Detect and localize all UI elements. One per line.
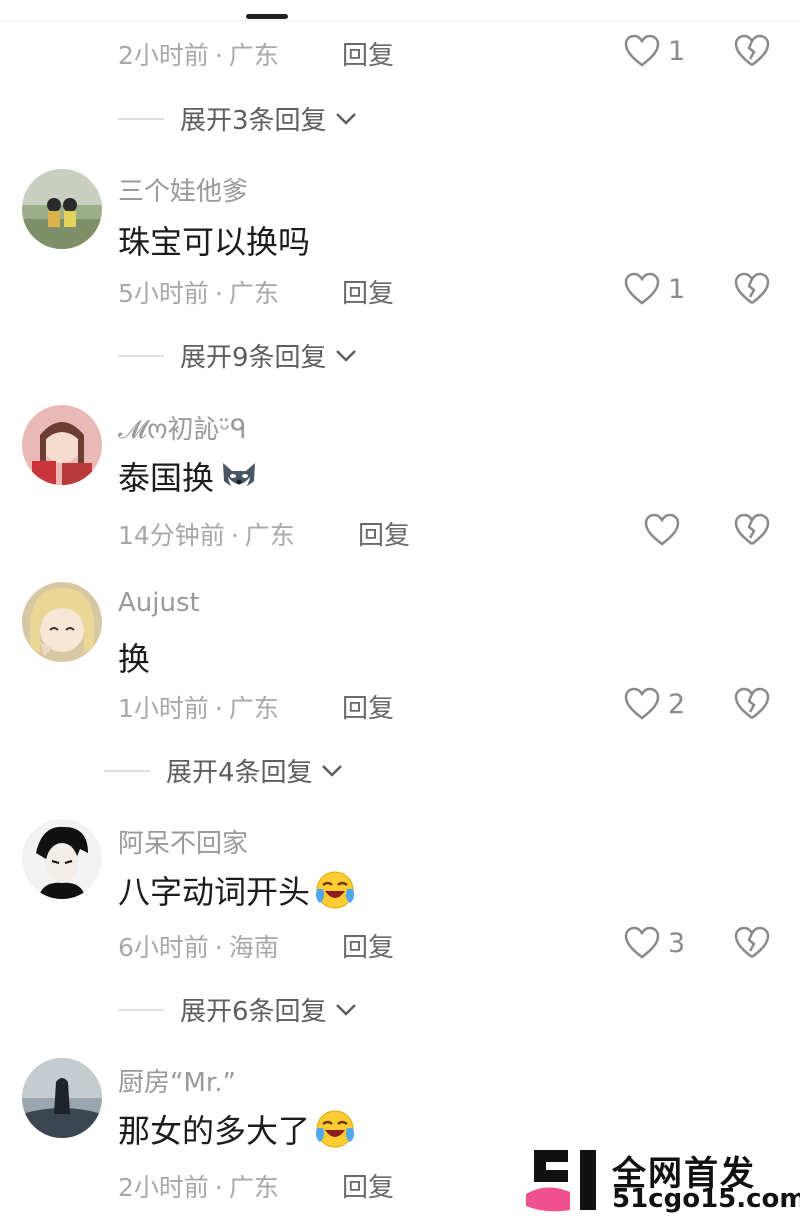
meta-separator: · [214, 1173, 223, 1202]
comment-time: 6小时前 [118, 933, 209, 962]
like-count: 2 [668, 688, 686, 720]
expand-replies-button[interactable]: 展开3条回复 [118, 100, 357, 137]
heart-outline-icon [624, 34, 660, 67]
like-count: 3 [668, 927, 686, 959]
dislike-button[interactable] [734, 272, 770, 310]
heart-outline-icon [644, 513, 680, 546]
comment-text: 八字动词开头 [118, 867, 356, 913]
comment-location: 广东 [244, 521, 295, 550]
comment-username[interactable]: 𝓜ო初訫ᵕ̈ᑫ [118, 409, 247, 446]
comment-text: 换 [118, 634, 150, 680]
expand-divider [118, 354, 164, 357]
reply-button[interactable]: 回复 [342, 688, 394, 725]
reply-button[interactable]: 回复 [342, 273, 394, 310]
expand-replies-label: 展开6条回复 [180, 997, 327, 1027]
expand-divider [118, 1008, 164, 1011]
top-handle-indicator [246, 14, 288, 19]
meta-separator: · [214, 279, 223, 308]
avatar[interactable] [22, 819, 102, 899]
comment-username[interactable]: 厨房“Mr.” [118, 1062, 236, 1099]
broken-heart-icon [734, 687, 770, 719]
like-button[interactable] [644, 513, 688, 547]
meta-separator: · [214, 41, 223, 70]
like-button[interactable]: 2 [624, 687, 685, 721]
chevron-down-icon [335, 349, 356, 362]
comment-text-content: 那女的多大了 [118, 1112, 311, 1150]
avatar[interactable] [22, 405, 102, 485]
reply-button[interactable]: 回复 [342, 1167, 394, 1204]
comment-text-content: 八字动词开头 [118, 873, 311, 911]
meta-separator: · [230, 521, 239, 550]
expand-replies-button[interactable]: 展开9条回复 [118, 337, 357, 374]
comment-meta: 2小时前 · 广东 [118, 1168, 279, 1204]
like-button[interactable]: 1 [624, 272, 685, 306]
avatar[interactable] [22, 582, 102, 662]
heart-outline-icon [624, 272, 660, 305]
husky-emoji-icon [223, 463, 256, 491]
heart-outline-icon [624, 687, 660, 720]
expand-divider [104, 769, 150, 772]
like-count: 1 [668, 273, 686, 305]
comment-location: 广东 [228, 1173, 279, 1202]
comment-location: 广东 [228, 279, 279, 308]
dislike-button[interactable] [734, 34, 770, 72]
top-divider [0, 20, 800, 21]
broken-heart-icon [734, 513, 770, 545]
watermark: 全网首发 51cgo15.com [524, 1148, 800, 1218]
expand-replies-label: 展开4条回复 [166, 758, 313, 788]
watermark-url: 51cgo15.com [612, 1184, 800, 1214]
like-button[interactable]: 1 [624, 34, 685, 68]
crying-laughing-emoji-icon [316, 1110, 355, 1148]
expand-replies-label: 展开9条回复 [180, 343, 327, 373]
broken-heart-icon [734, 272, 770, 304]
crying-laughing-emoji-icon [316, 871, 355, 909]
comment-username[interactable]: Aujust [118, 588, 200, 618]
broken-heart-icon [734, 926, 770, 958]
comment-meta: 6小时前 · 海南 [118, 928, 279, 964]
comment-meta: 2小时前 · 广东 [118, 36, 279, 72]
heart-outline-icon [624, 926, 660, 959]
comment-time: 5小时前 [118, 279, 209, 308]
comment-location: 广东 [228, 41, 279, 70]
dislike-button[interactable] [734, 513, 770, 551]
comment-text: 珠宝可以换吗 [118, 217, 310, 263]
meta-separator: · [214, 933, 223, 962]
like-button[interactable]: 3 [624, 926, 685, 960]
comment-time: 2小时前 [118, 41, 209, 70]
broken-heart-icon [734, 34, 770, 66]
comment-text: 那女的多大了 [118, 1106, 356, 1152]
reply-button[interactable]: 回复 [342, 35, 394, 72]
reply-button[interactable]: 回复 [358, 515, 410, 552]
comment-location: 广东 [228, 694, 279, 723]
comment-meta: 14分钟前 · 广东 [118, 516, 295, 552]
expand-replies-button[interactable]: 展开6条回复 [118, 991, 357, 1028]
watermark-logo [526, 1150, 596, 1212]
comment-username[interactable]: 三个娃他爹 [118, 171, 248, 208]
chevron-down-icon [335, 1003, 356, 1016]
comment-text: 泰国换 [118, 453, 260, 499]
avatar[interactable] [22, 1058, 102, 1138]
reply-button[interactable]: 回复 [342, 927, 394, 964]
comment-meta: 1小时前 · 广东 [118, 689, 279, 725]
meta-separator: · [214, 694, 223, 723]
comment-time: 2小时前 [118, 1173, 209, 1202]
expand-divider [118, 117, 164, 120]
like-count: 1 [668, 35, 686, 67]
expand-replies-button[interactable]: 展开4条回复 [104, 752, 343, 789]
comment-meta: 5小时前 · 广东 [118, 274, 279, 310]
avatar[interactable] [22, 169, 102, 249]
chevron-down-icon [335, 112, 356, 125]
dislike-button[interactable] [734, 687, 770, 725]
comment-time: 1小时前 [118, 694, 209, 723]
dislike-button[interactable] [734, 926, 770, 964]
comment-text-content: 换 [118, 640, 151, 678]
chevron-down-icon [321, 764, 342, 777]
comment-time: 14分钟前 [118, 521, 225, 550]
comment-text-content: 泰国换 [118, 459, 215, 497]
comment-location: 海南 [228, 933, 279, 962]
comment-text-content: 珠宝可以换吗 [118, 223, 311, 261]
expand-replies-label: 展开3条回复 [180, 106, 327, 136]
comment-username[interactable]: 阿呆不回家 [118, 823, 248, 860]
